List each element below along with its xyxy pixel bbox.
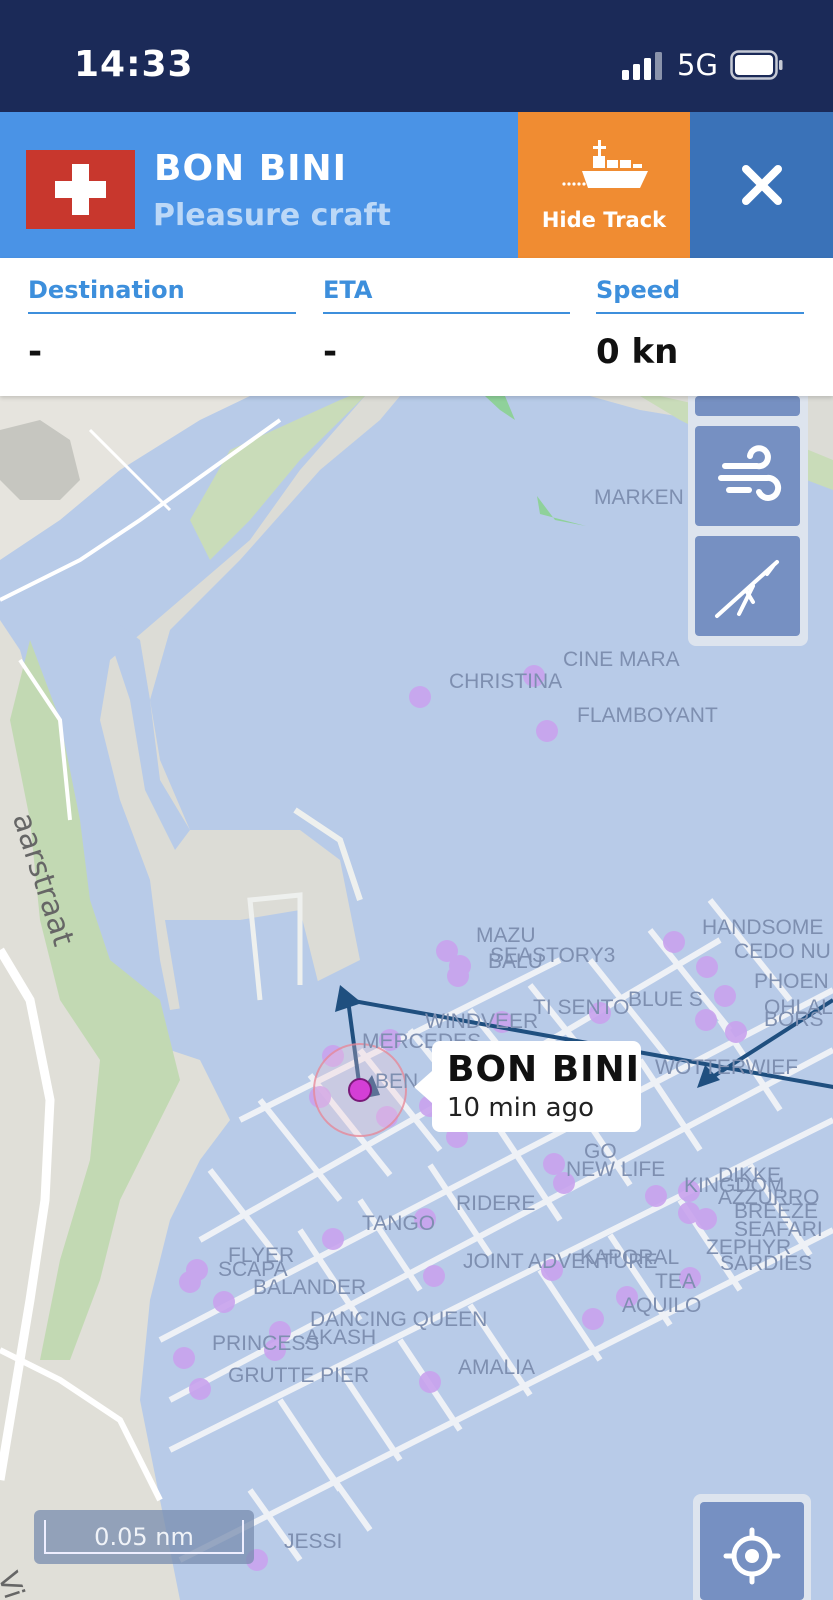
close-button[interactable] bbox=[690, 112, 833, 258]
hide-track-label: Hide Track bbox=[541, 208, 667, 232]
crosshair-icon bbox=[723, 1527, 781, 1585]
vessel-map-label[interactable]: SARDIES bbox=[720, 1252, 812, 1275]
hide-track-button[interactable]: Hide Track bbox=[518, 112, 690, 258]
map-view[interactable]: MARKEN CINE MARA CHRISTINA FLAMBOYANT MAZU SE… bbox=[0, 396, 833, 1600]
vessel-map-label[interactable]: AQUILO bbox=[622, 1294, 701, 1317]
tooltip-vessel-name: BON BINI bbox=[447, 1049, 641, 1090]
map-scale: 0.05 nm bbox=[34, 1510, 254, 1564]
vessel-map-label[interactable]: HANDSOME bbox=[702, 916, 823, 939]
vessel-map-label[interactable]: TI SENTO bbox=[533, 996, 629, 1019]
vessel-map-label[interactable]: BLUE S bbox=[628, 988, 703, 1011]
vessel-map-label[interactable]: AMALIA bbox=[458, 1356, 535, 1379]
close-icon bbox=[742, 165, 782, 205]
speed-field: Speed 0 kn bbox=[596, 276, 804, 372]
locate-me-button[interactable] bbox=[700, 1502, 804, 1600]
eta-label: ETA bbox=[323, 276, 570, 314]
vessel-map-label[interactable]: GRUTTE PIER bbox=[228, 1364, 369, 1387]
vessel-map-label[interactable]: WOTTERWIEF bbox=[655, 1056, 798, 1079]
vessel-map-label[interactable]: PHOEN bbox=[754, 970, 829, 993]
vessel-map-label[interactable]: PRINCESS bbox=[212, 1332, 319, 1355]
layers-button[interactable] bbox=[695, 396, 800, 416]
vessel-map-label[interactable]: CHRISTINA bbox=[449, 670, 562, 693]
vessel-map-label[interactable]: BORS bbox=[764, 1008, 824, 1031]
vessel-header: BON BINI Pleasure craft Hide Track bbox=[0, 112, 833, 258]
destination-label: Destination bbox=[28, 276, 296, 314]
vessel-type: Pleasure craft bbox=[153, 198, 391, 233]
compass-divider-icon bbox=[715, 560, 779, 618]
status-bar: 14:33 5G bbox=[0, 0, 833, 112]
network-type: 5G bbox=[677, 48, 718, 82]
vessel-map-label[interactable]: CEDO NU bbox=[734, 940, 831, 963]
vessel-map-label[interactable]: NEW LIFE bbox=[566, 1158, 665, 1181]
swiss-flag-icon bbox=[26, 150, 135, 229]
vessel-map-label[interactable]: BALU bbox=[488, 950, 543, 973]
speed-label: Speed bbox=[596, 276, 804, 314]
destination-field: Destination - bbox=[28, 276, 296, 372]
voyage-info-bar: Destination - ETA - Speed 0 kn bbox=[0, 258, 833, 396]
measure-button[interactable] bbox=[695, 536, 800, 636]
vessel-tooltip[interactable]: BON BINI 10 min ago bbox=[414, 1041, 641, 1132]
speed-value: 0 kn bbox=[596, 332, 679, 372]
signal-icon bbox=[622, 52, 662, 80]
wind-icon bbox=[718, 445, 782, 501]
vessel-map-label[interactable]: RIDERE bbox=[456, 1192, 535, 1215]
vessel-map-label[interactable]: TEA bbox=[655, 1270, 696, 1293]
map-scale-label: 0.05 nm bbox=[94, 1523, 194, 1551]
eta-field: ETA - bbox=[323, 276, 570, 372]
battery-icon bbox=[730, 50, 783, 80]
vessel-name: BON BINI bbox=[154, 148, 348, 189]
vessel-map-label[interactable]: KAPORAL bbox=[580, 1246, 679, 1269]
vessel-map-label[interactable]: JESSI bbox=[284, 1530, 342, 1553]
destination-value: - bbox=[28, 332, 43, 372]
vessel-map-label[interactable]: TANGO bbox=[362, 1212, 435, 1235]
map-controls-panel bbox=[688, 396, 808, 646]
tooltip-last-seen: 10 min ago bbox=[447, 1093, 594, 1123]
vessel-map-label[interactable]: MARKEN bbox=[594, 486, 684, 509]
cargo-ship-icon bbox=[562, 140, 648, 188]
vessel-map-label[interactable]: CINE MARA bbox=[563, 648, 680, 671]
status-time: 14:33 bbox=[74, 44, 194, 85]
locate-panel bbox=[693, 1494, 811, 1600]
vessel-map-label[interactable]: BALANDER bbox=[253, 1276, 366, 1299]
vessel-map-label[interactable]: FLAMBOYANT bbox=[577, 704, 718, 727]
vessel-map-label[interactable]: BEN bbox=[375, 1070, 418, 1093]
eta-value: - bbox=[323, 332, 338, 372]
wind-button[interactable] bbox=[695, 426, 800, 526]
